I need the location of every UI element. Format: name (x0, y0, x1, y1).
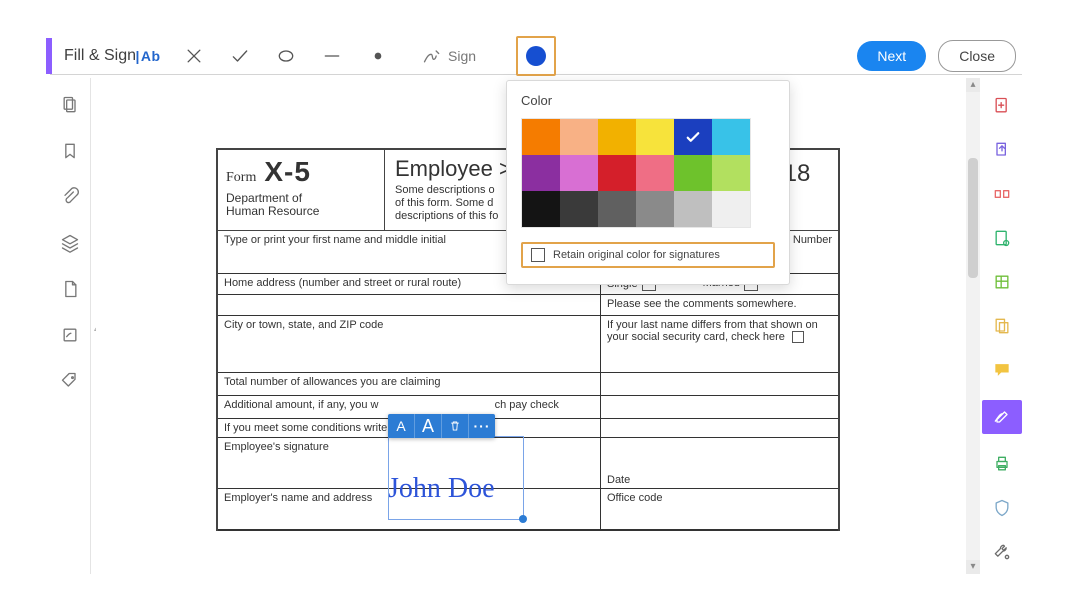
sign-label: Sign (448, 48, 476, 64)
spreadsheet-icon[interactable] (988, 268, 1016, 296)
scrollbar[interactable]: ▴ ▾ (966, 78, 980, 574)
delete-button[interactable] (442, 414, 469, 438)
color-swatch-5[interactable] (712, 119, 750, 155)
color-swatch-8[interactable] (598, 155, 636, 191)
field-office-code: Office code (601, 489, 838, 529)
signature-edit-toolbar: A A ··· (388, 414, 495, 438)
color-swatch-16[interactable] (674, 191, 712, 227)
color-swatch-9[interactable] (636, 155, 674, 191)
color-swatch-0[interactable] (522, 119, 560, 155)
color-swatch-12[interactable] (522, 191, 560, 227)
left-nav (50, 78, 91, 574)
color-swatch-6[interactable] (522, 155, 560, 191)
thumbnails-icon[interactable] (57, 92, 83, 118)
color-swatch-4[interactable] (674, 119, 712, 155)
field-allowances: Total number of allowances you are claim… (218, 373, 601, 395)
color-swatch-10[interactable] (674, 155, 712, 191)
retain-label: Retain original color for signatures (553, 249, 720, 261)
print-icon[interactable] (988, 450, 1016, 478)
next-button[interactable]: Next (857, 41, 926, 71)
current-color-button[interactable] (516, 36, 556, 76)
scroll-up-arrow[interactable]: ▴ (966, 78, 980, 92)
color-swatch-15[interactable] (636, 191, 674, 227)
comment-icon[interactable] (988, 356, 1016, 384)
combine-icon[interactable] (988, 312, 1016, 340)
cross-tool[interactable] (182, 44, 206, 68)
edit-pdf-icon[interactable] (988, 180, 1016, 208)
export-icon[interactable] (988, 136, 1016, 164)
resize-handle[interactable] (519, 515, 527, 523)
color-grid (521, 118, 751, 228)
color-swatch-7[interactable] (560, 155, 598, 191)
fill-and-sign-toolbar: Fill & Sign Ab Sign Next Close (50, 38, 1022, 75)
accent-strip (46, 38, 52, 74)
retain-original-color-option[interactable]: Retain original color for signatures (521, 242, 775, 268)
organize-icon[interactable] (988, 224, 1016, 252)
protect-icon[interactable] (988, 494, 1016, 522)
color-swatch-14[interactable] (598, 191, 636, 227)
annotation-tools: Ab Sign (136, 36, 556, 76)
sign-tool[interactable]: Sign (422, 46, 476, 66)
form-label: Form (226, 170, 256, 186)
dept-line-2: Human Resource (226, 205, 376, 218)
right-nav (982, 78, 1022, 574)
attachment-icon[interactable] (57, 184, 83, 210)
field-comments: Please see the comments somewhere. (601, 295, 838, 315)
scroll-thumb[interactable] (968, 158, 978, 278)
color-swatch-3[interactable] (636, 119, 674, 155)
decrease-size-button[interactable]: A (388, 414, 415, 438)
scroll-down-arrow[interactable]: ▾ (966, 560, 980, 574)
signature-panel-icon[interactable] (57, 322, 83, 348)
more-tools-icon[interactable] (988, 538, 1016, 566)
date-label: Date (607, 474, 630, 486)
toolbar-title: Fill & Sign (64, 47, 136, 65)
retain-checkbox[interactable] (531, 248, 545, 262)
color-swatch-17[interactable] (712, 191, 750, 227)
color-swatch-13[interactable] (560, 191, 598, 227)
page-icon[interactable] (57, 276, 83, 302)
increase-size-button[interactable]: A (415, 414, 442, 438)
layers-icon[interactable] (57, 230, 83, 256)
tags-icon[interactable] (57, 368, 83, 394)
color-popover-title: Color (521, 93, 775, 108)
create-pdf-icon[interactable] (988, 92, 1016, 120)
color-popover: Color Retain original color for signatur… (506, 80, 790, 285)
field-city-label: City or town, state, and ZIP code (218, 316, 601, 372)
current-color-dot (526, 46, 546, 66)
circle-tool[interactable] (274, 44, 298, 68)
field-lastname-note: If your last name differs from that show… (601, 316, 838, 372)
fill-sign-icon[interactable] (982, 400, 1022, 434)
form-code: X-5 (264, 156, 311, 188)
color-swatch-1[interactable] (560, 119, 598, 155)
field-address-value (218, 295, 601, 315)
color-swatch-11[interactable] (712, 155, 750, 191)
check-tool[interactable] (228, 44, 252, 68)
dot-tool[interactable] (366, 44, 390, 68)
lastname-checkbox[interactable] (792, 331, 804, 343)
more-button[interactable]: ··· (469, 414, 495, 438)
close-button[interactable]: Close (938, 40, 1016, 72)
color-swatch-2[interactable] (598, 119, 636, 155)
text-tool[interactable]: Ab (136, 44, 160, 68)
line-tool[interactable] (320, 44, 344, 68)
bookmark-icon[interactable] (57, 138, 83, 164)
signature-selection-box[interactable] (388, 436, 524, 520)
